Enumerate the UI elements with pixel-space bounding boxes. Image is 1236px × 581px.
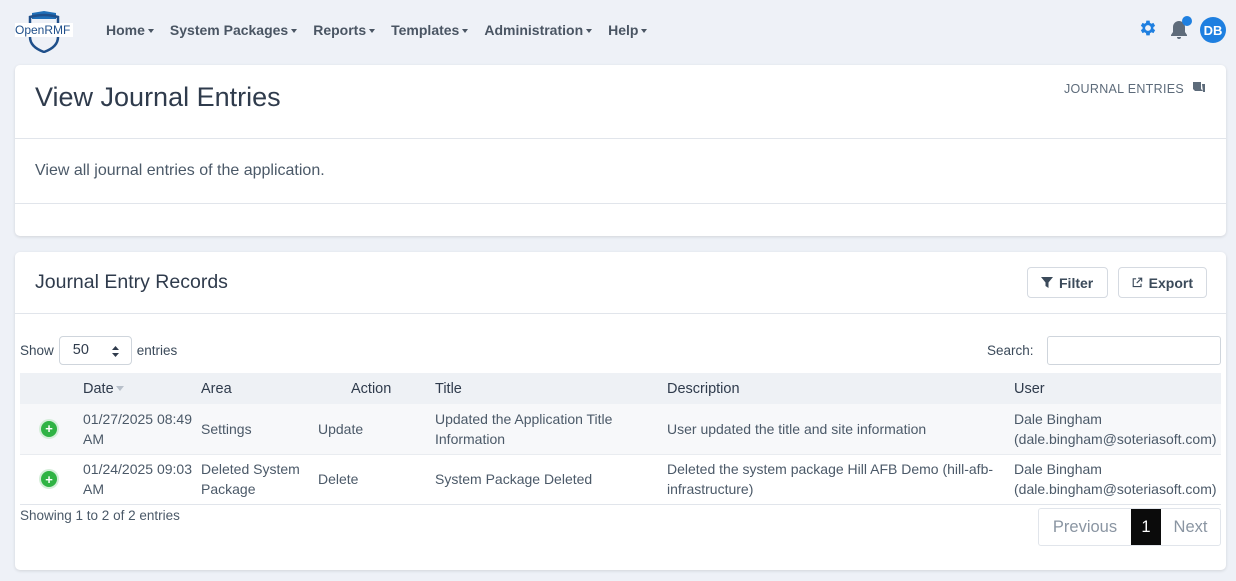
expand-row-icon[interactable]: + <box>41 420 57 437</box>
openrmf-logo[interactable]: OpenRMF <box>13 11 75 53</box>
journal-table: Date Area Action Title Description User … <box>20 373 1221 504</box>
nav-templates[interactable]: Templates <box>391 22 469 38</box>
sort-desc-icon <box>115 386 124 392</box>
chevron-down-icon <box>462 28 469 33</box>
col-date-label: Date <box>83 380 114 397</box>
breadcrumb: JOURNAL ENTRIES <box>1064 81 1206 96</box>
date-cell: 01/27/2025 08:49 AM <box>83 410 192 447</box>
page-length-control: Show 50 entries <box>20 336 177 365</box>
title-cell: Updated the Application Title Informatio… <box>435 410 613 447</box>
gear-icon[interactable] <box>1138 18 1158 43</box>
table-header-row: Date Area Action Title Description User <box>20 373 1221 404</box>
chevron-down-icon <box>291 28 298 33</box>
nav-system-packages-label: System Packages <box>169 22 289 38</box>
pagination: Previous 1 Next <box>1038 508 1221 546</box>
chevron-down-icon <box>369 28 376 33</box>
export-button[interactable]: Export <box>1118 267 1207 298</box>
title-cell: System Package Deleted <box>435 471 593 488</box>
divider <box>15 203 1226 204</box>
user-cell: Dale Bingham (dale.bingham@soteriasoft.c… <box>1014 461 1217 498</box>
nav-system-packages[interactable]: System Packages <box>169 22 298 38</box>
navbar-actions: DB <box>1138 16 1226 43</box>
bell-icon[interactable] <box>1169 16 1192 41</box>
col-area[interactable]: Area <box>201 373 318 404</box>
filter-button[interactable]: Filter <box>1027 267 1108 298</box>
table-bottom-border <box>20 504 1221 505</box>
area-cell: Deleted System Package <box>201 461 300 498</box>
date-cell: 01/24/2025 09:03 AM <box>83 461 192 498</box>
nav-help[interactable]: Help <box>608 22 648 38</box>
pagination-page-1[interactable]: 1 <box>1131 509 1161 545</box>
nav-administration-label: Administration <box>484 22 584 38</box>
table-row[interactable]: + 01/24/2025 09:03 AM Deleted System Pac… <box>20 454 1221 504</box>
main-menu: Home System Packages Reports Templates A… <box>106 22 648 38</box>
top-navbar: OpenRMF Home System Packages Reports Tem… <box>0 0 1236 64</box>
col-date[interactable]: Date <box>83 373 201 404</box>
entries-label: entries <box>136 343 178 358</box>
page-length-value: 50 <box>72 342 89 358</box>
expand-cell: + <box>20 404 83 454</box>
page-title: View Journal Entries <box>35 82 281 112</box>
expand-column-header <box>20 373 83 404</box>
nav-administration[interactable]: Administration <box>484 22 593 38</box>
table-info: Showing 1 to 2 of 2 entries <box>20 508 180 523</box>
col-action[interactable]: Action <box>318 373 435 404</box>
pagination-next[interactable]: Next <box>1161 509 1220 545</box>
nav-home[interactable]: Home <box>106 22 154 38</box>
chevron-down-icon <box>586 28 593 33</box>
filter-button-label: Filter <box>1059 274 1094 291</box>
nav-help-label: Help <box>608 22 639 38</box>
table-row[interactable]: + 01/27/2025 08:49 AM Settings Update Up… <box>20 404 1221 454</box>
export-icon <box>1132 277 1143 288</box>
col-description[interactable]: Description <box>667 373 1014 404</box>
search-label: Search: <box>987 343 1034 358</box>
chevron-down-icon <box>641 28 648 33</box>
divider <box>15 138 1226 139</box>
nav-home-label: Home <box>106 22 145 38</box>
col-title[interactable]: Title <box>435 373 667 404</box>
show-label: Show <box>20 343 54 358</box>
col-user[interactable]: User <box>1014 373 1221 404</box>
page-length-select[interactable]: 50 <box>58 336 132 365</box>
journal-icon <box>1192 81 1206 96</box>
description-cell: Deleted the system package Hill AFB Demo… <box>667 461 994 498</box>
page-header-card: View Journal Entries JOURNAL ENTRIES Vie… <box>15 65 1226 236</box>
select-arrows-icon <box>111 346 119 357</box>
user-avatar[interactable]: DB <box>1200 17 1226 43</box>
export-button-label: Export <box>1148 274 1193 291</box>
breadcrumb-label: JOURNAL ENTRIES <box>1063 81 1184 96</box>
nav-reports-label: Reports <box>313 22 367 38</box>
chevron-down-icon <box>147 28 154 33</box>
expand-row-icon[interactable]: + <box>41 471 57 488</box>
expand-cell: + <box>20 454 83 504</box>
area-cell: Settings <box>201 420 252 437</box>
nav-reports[interactable]: Reports <box>313 22 376 38</box>
action-cell: Delete <box>318 471 359 488</box>
pagination-previous[interactable]: Previous <box>1039 509 1131 545</box>
filter-icon <box>1041 277 1053 288</box>
description-cell: User updated the title and site informat… <box>667 420 927 437</box>
journal-records-card: Journal Entry Records Filter Export Show… <box>15 252 1226 570</box>
nav-templates-label: Templates <box>391 22 460 38</box>
page-description: View all journal entries of the applicat… <box>35 162 325 179</box>
search-input[interactable] <box>1047 336 1221 365</box>
action-cell: Update <box>318 420 364 437</box>
notification-badge <box>1182 16 1192 26</box>
divider <box>15 313 1226 314</box>
records-title: Journal Entry Records <box>35 271 228 293</box>
logo-text: OpenRMF <box>15 23 70 37</box>
user-cell: Dale Bingham (dale.bingham@soteriasoft.c… <box>1014 410 1217 447</box>
